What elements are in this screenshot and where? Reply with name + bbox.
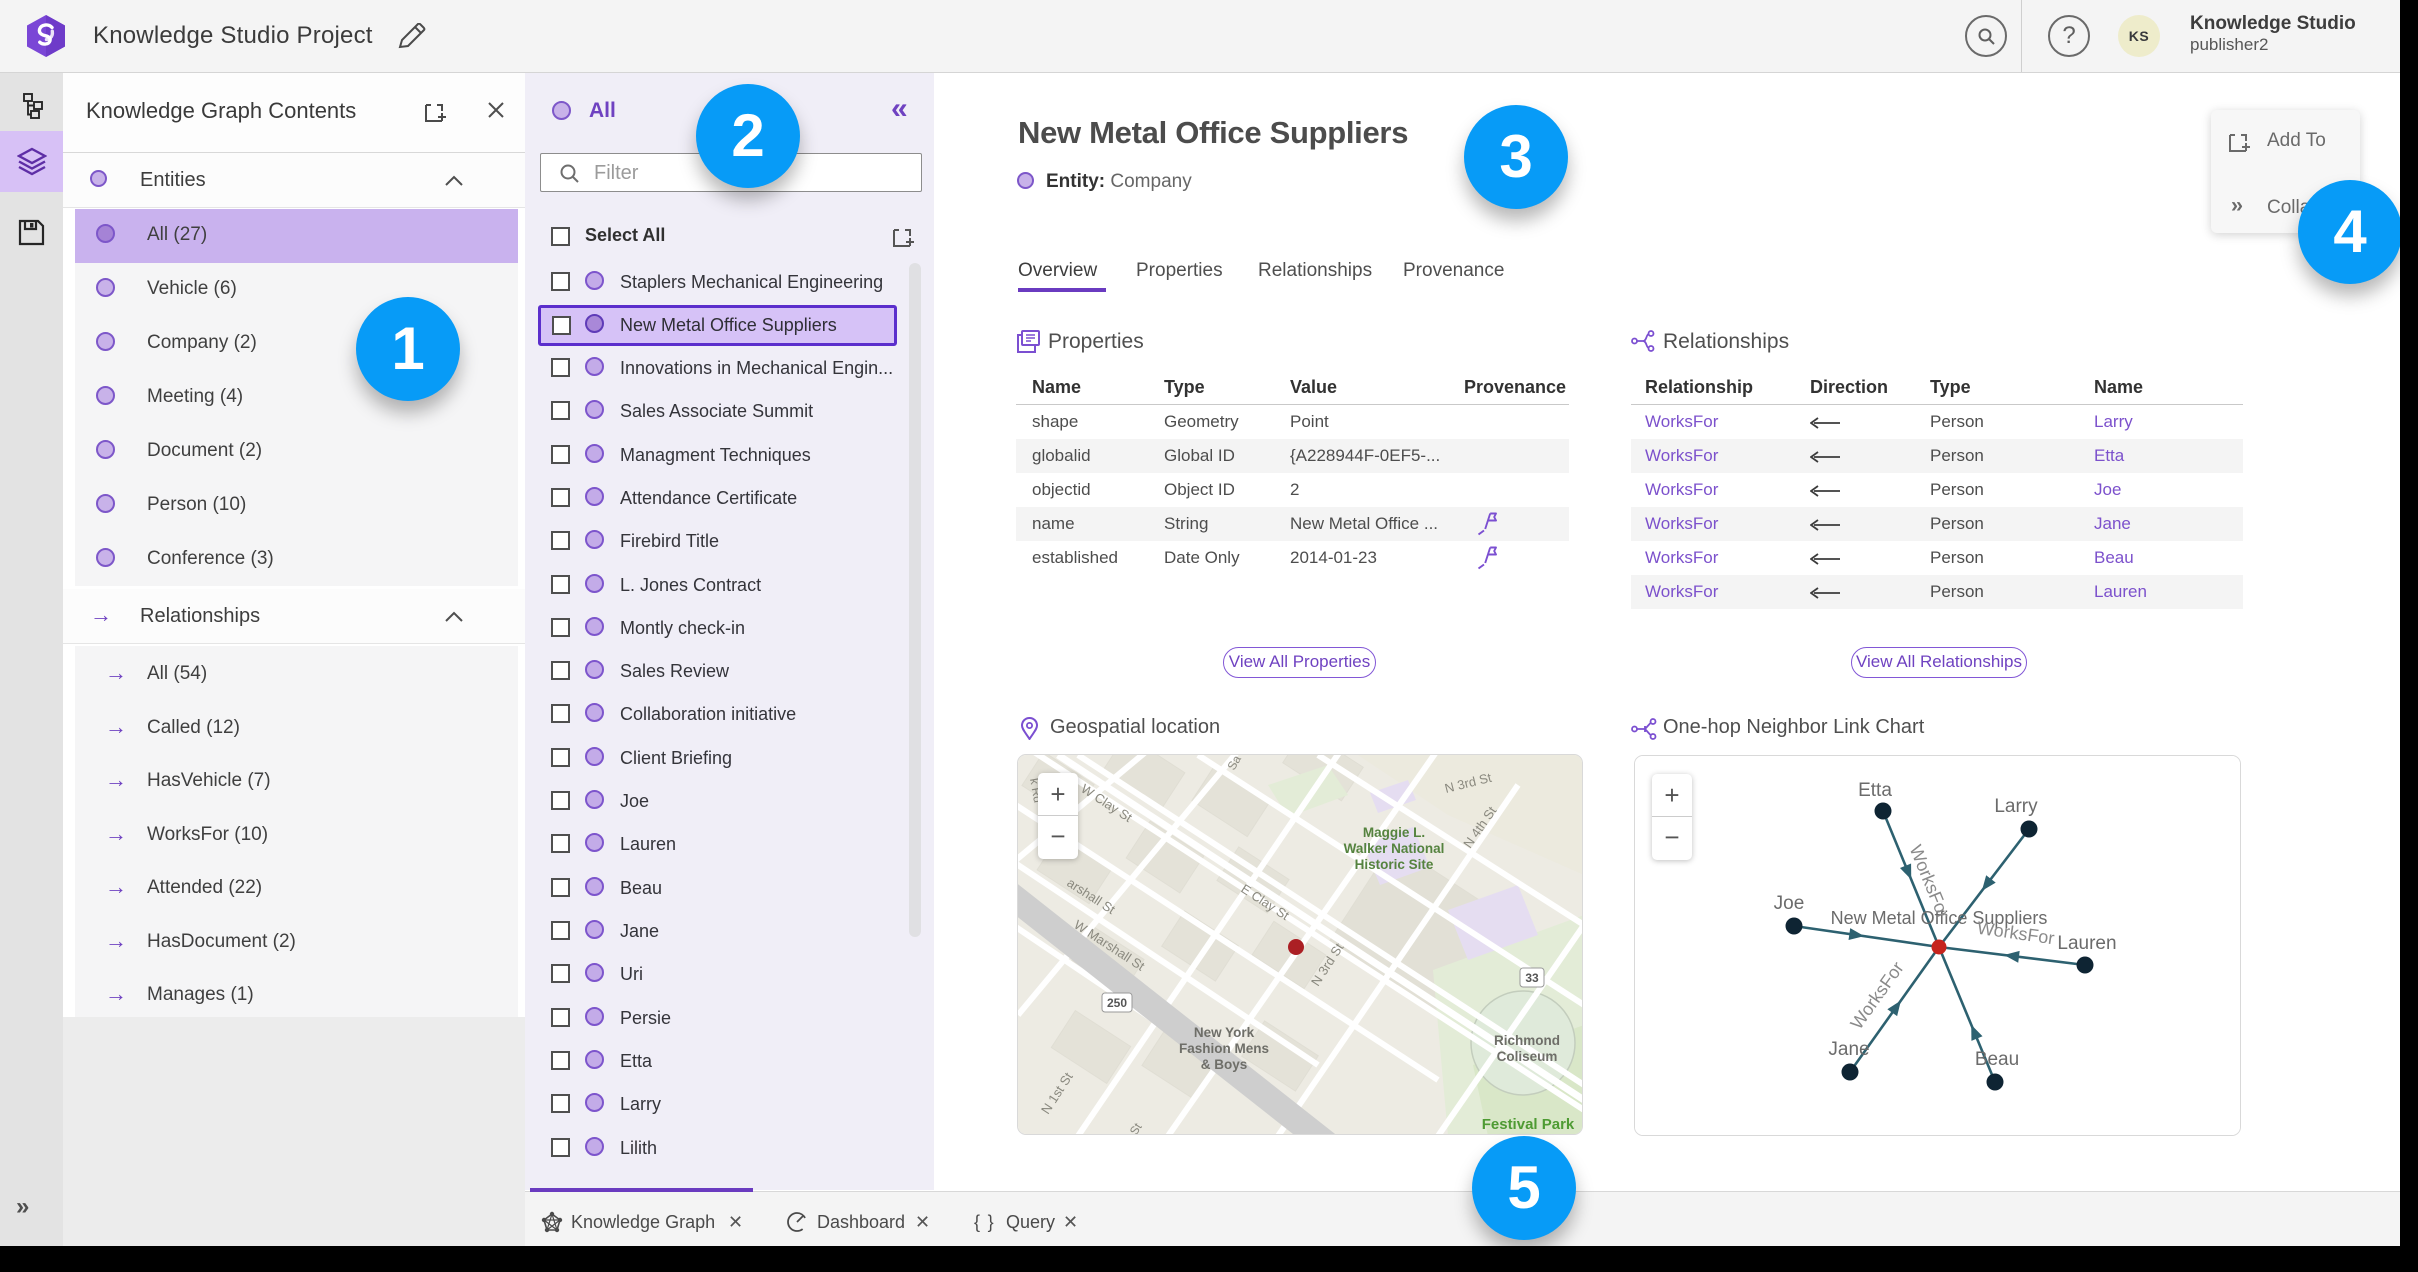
svg-text:Etta: Etta [1858, 780, 1892, 801]
svg-text:33: 33 [1525, 971, 1539, 985]
svg-text:Joe: Joe [1774, 893, 1805, 914]
svg-text:& Boys: & Boys [1201, 1057, 1248, 1072]
svg-text:250: 250 [1107, 996, 1127, 1010]
svg-text:Festival Park: Festival Park [1482, 1116, 1575, 1133]
svg-text:Maggie L.: Maggie L. [1363, 825, 1425, 840]
svg-text:Larry: Larry [1994, 796, 2038, 817]
svg-text:Walker National: Walker National [1344, 841, 1445, 856]
svg-text:New York: New York [1194, 1025, 1255, 1040]
svg-text:Fashion Mens: Fashion Mens [1179, 1041, 1269, 1056]
svg-text:Beau: Beau [1975, 1049, 2019, 1070]
svg-text:Jane: Jane [1828, 1039, 1869, 1060]
svg-text:Coliseum: Coliseum [1497, 1049, 1558, 1064]
svg-text:Lauren: Lauren [2057, 933, 2116, 954]
svg-text:Historic Site: Historic Site [1355, 857, 1434, 872]
svg-text:Richmond: Richmond [1494, 1033, 1560, 1048]
